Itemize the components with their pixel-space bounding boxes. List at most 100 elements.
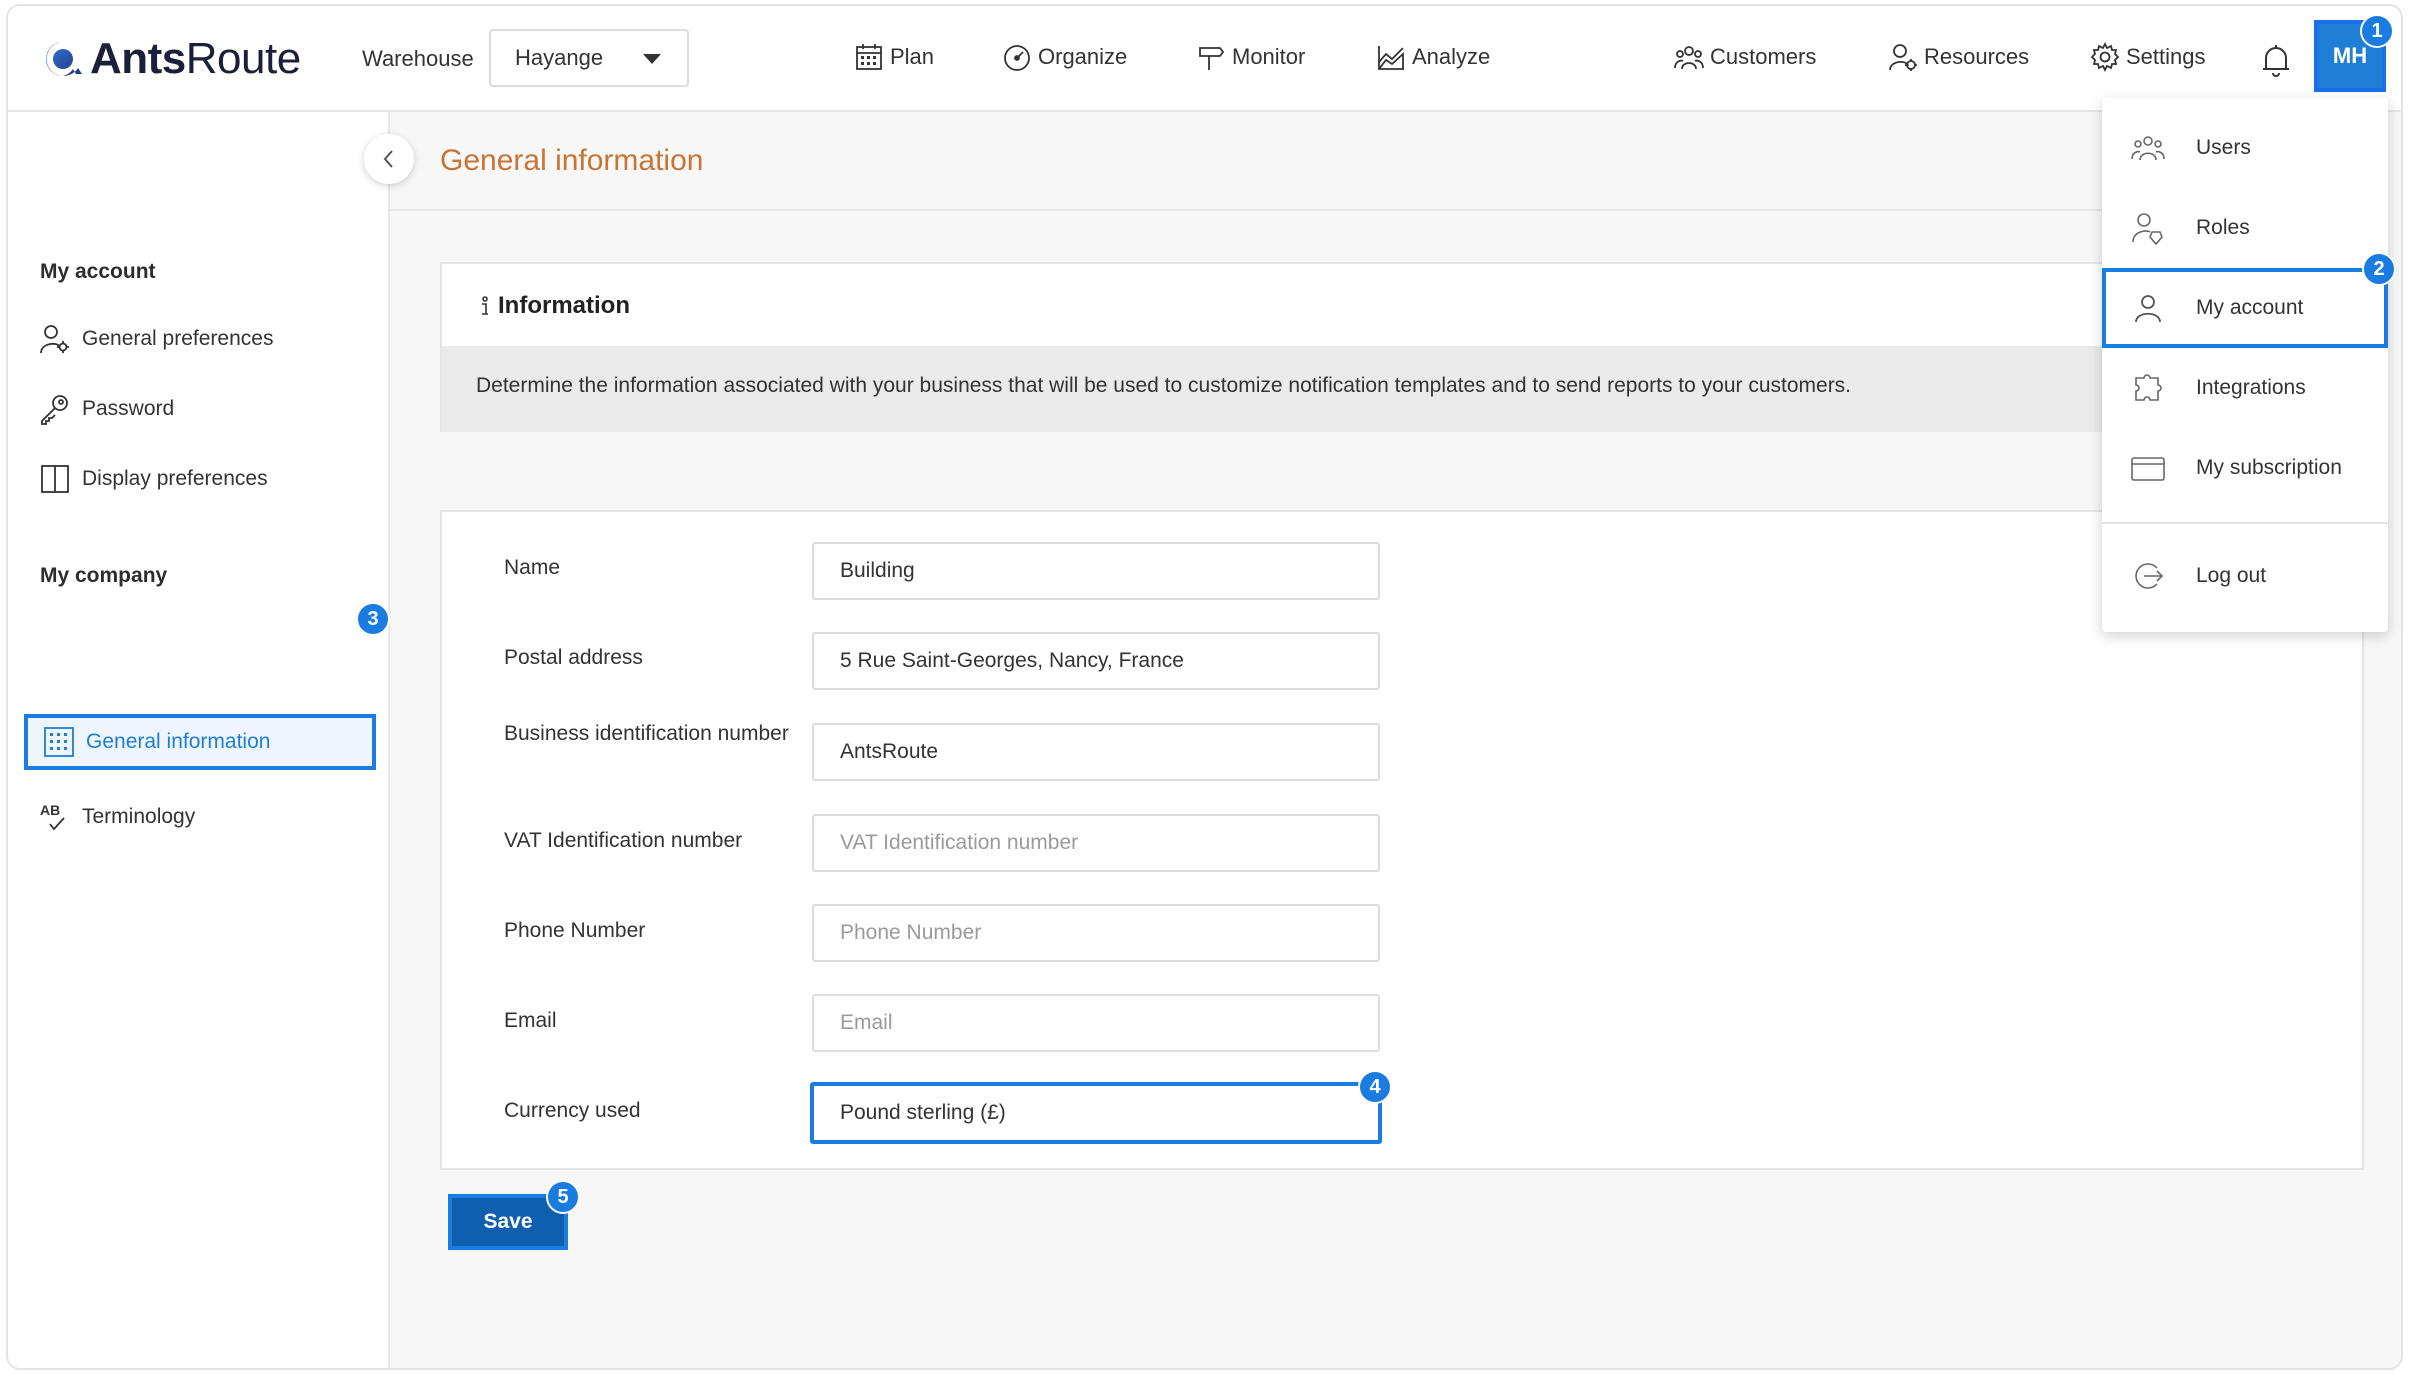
- postal-address-input[interactable]: [812, 632, 1380, 690]
- menu-item-label: My subscription: [2196, 456, 2342, 479]
- customers-icon: [1674, 46, 1704, 70]
- nav-analyze-label: Analyze: [1412, 44, 1491, 69]
- menu-item-roles[interactable]: Roles: [2102, 188, 2388, 268]
- vat-label: VAT Identification number: [504, 829, 743, 852]
- nav-analyze[interactable]: Analyze: [1376, 42, 1490, 72]
- resources-icon: [1889, 44, 1917, 71]
- email-label: Email: [504, 1009, 557, 1032]
- information-description: Determine the information associated wit…: [442, 346, 2318, 432]
- nav-plan[interactable]: Plan: [854, 42, 934, 72]
- chevron-left-icon: [383, 150, 393, 168]
- menu-item-integrations[interactable]: Integrations: [2102, 348, 2388, 428]
- user-icon: [2135, 295, 2161, 323]
- information-card: Information Determine the information as…: [440, 262, 2320, 432]
- calendar-icon: [856, 44, 882, 70]
- credit-card-icon: [2131, 457, 2165, 481]
- step-badge-3: 3: [356, 602, 390, 636]
- signpost-icon: [1199, 47, 1225, 70]
- page-title: General information: [440, 144, 704, 177]
- user-gear-icon: [40, 325, 69, 354]
- puzzle-icon: [2135, 374, 2162, 401]
- step-badge-2: 2: [2362, 252, 2396, 286]
- sidebar: My account General preferences Password …: [8, 112, 390, 1368]
- nav-resources[interactable]: Resources: [1888, 42, 2029, 72]
- step-badge-5: 5: [546, 1180, 580, 1214]
- gauge-icon: [1004, 45, 1030, 71]
- currency-label: Currency used: [504, 1099, 641, 1122]
- logo-text-ants: Ants: [90, 34, 186, 83]
- building-icon: [44, 727, 74, 757]
- chart-icon: [1378, 46, 1404, 70]
- logo-icon: [46, 42, 82, 76]
- step-badge-4: 4: [1358, 1070, 1392, 1104]
- sidebar-item-label: Password: [82, 397, 175, 420]
- nav-plan-label: Plan: [890, 44, 935, 69]
- sidebar-item-label: Terminology: [82, 805, 196, 828]
- phone-input[interactable]: [812, 904, 1380, 962]
- nav-settings-label: Settings: [2126, 44, 2206, 69]
- menu-separator: [2102, 522, 2388, 524]
- bell-icon[interactable]: [2260, 42, 2292, 78]
- name-label: Name: [504, 556, 561, 579]
- menu-item-label: Users: [2196, 136, 2251, 159]
- nav-monitor[interactable]: Monitor: [1196, 42, 1305, 72]
- nav-organize-label: Organize: [1038, 44, 1128, 69]
- warehouse-value: Hayange: [515, 45, 604, 70]
- warehouse-select[interactable]: Hayange: [489, 29, 689, 87]
- phone-label: Phone Number: [504, 919, 646, 942]
- caret-down-icon: [643, 54, 661, 64]
- settings-dropdown-menu: Users Roles My account Integrations My s…: [2102, 98, 2388, 632]
- logout-icon: [2135, 563, 2164, 589]
- nav-monitor-label: Monitor: [1232, 44, 1306, 69]
- menu-item-log-out[interactable]: Log out: [2102, 536, 2388, 616]
- spellcheck-icon: AB: [40, 802, 65, 831]
- vat-input[interactable]: [812, 814, 1380, 872]
- menu-item-users[interactable]: Users: [2102, 108, 2388, 188]
- sidebar-item-display-preferences[interactable]: Display preferences: [38, 462, 268, 496]
- sidebar-item-general-information[interactable]: General information: [24, 714, 376, 770]
- title-divider: [390, 209, 2110, 211]
- nav-customers[interactable]: Customers: [1674, 42, 1816, 72]
- nav-resources-label: Resources: [1924, 44, 2030, 69]
- sidebar-item-label: Display preferences: [82, 467, 268, 490]
- name-input[interactable]: [812, 542, 1380, 600]
- top-bar: AntsRoute Warehouse Hayange Plan Organiz…: [8, 6, 2401, 112]
- info-icon: [482, 296, 488, 315]
- business-id-label: Business identification number: [504, 722, 789, 745]
- sidebar-item-password[interactable]: Password: [38, 392, 174, 426]
- information-heading-text: Information: [498, 292, 630, 319]
- columns-icon: [41, 465, 69, 493]
- app-window: AntsRoute Warehouse Hayange Plan Organiz…: [6, 4, 2403, 1370]
- users-icon: [2131, 136, 2165, 161]
- gear-icon: [2090, 42, 2120, 72]
- sidebar-item-terminology[interactable]: AB Terminology: [38, 800, 195, 834]
- menu-item-my-account[interactable]: My account: [2102, 268, 2388, 348]
- postal-address-label: Postal address: [504, 646, 643, 669]
- nav-organize[interactable]: Organize: [1002, 42, 1127, 72]
- information-heading: Information: [480, 292, 630, 320]
- company-form: Name Postal address Business identificat…: [440, 510, 2364, 1170]
- roles-icon: [2132, 213, 2163, 246]
- currency-input[interactable]: [810, 1082, 1382, 1144]
- menu-item-label: Roles: [2196, 216, 2250, 239]
- business-id-input[interactable]: [812, 723, 1380, 781]
- menu-item-label: Integrations: [2196, 376, 2306, 399]
- logo-text-route: Route: [185, 34, 301, 83]
- menu-item-label: My account: [2196, 296, 2304, 319]
- email-input[interactable]: [812, 994, 1380, 1052]
- svg-text:AB: AB: [40, 802, 60, 818]
- sidebar-heading-my-account: My account: [40, 260, 156, 283]
- sidebar-item-general-preferences[interactable]: General preferences: [38, 322, 273, 356]
- nav-customers-label: Customers: [1710, 44, 1817, 69]
- key-icon: [41, 395, 68, 425]
- menu-item-label: Log out: [2196, 564, 2267, 587]
- sidebar-item-label: General preferences: [82, 327, 274, 350]
- sidebar-item-label: General information: [86, 730, 271, 753]
- sidebar-heading-my-company: My company: [40, 564, 168, 587]
- nav-settings[interactable]: Settings: [2090, 42, 2206, 72]
- warehouse-label: Warehouse: [362, 46, 474, 71]
- antsroute-logo[interactable]: AntsRoute: [42, 34, 301, 84]
- collapse-sidebar-button[interactable]: [364, 134, 414, 184]
- step-badge-1: 1: [2360, 14, 2394, 48]
- menu-item-my-subscription[interactable]: My subscription: [2102, 428, 2388, 508]
